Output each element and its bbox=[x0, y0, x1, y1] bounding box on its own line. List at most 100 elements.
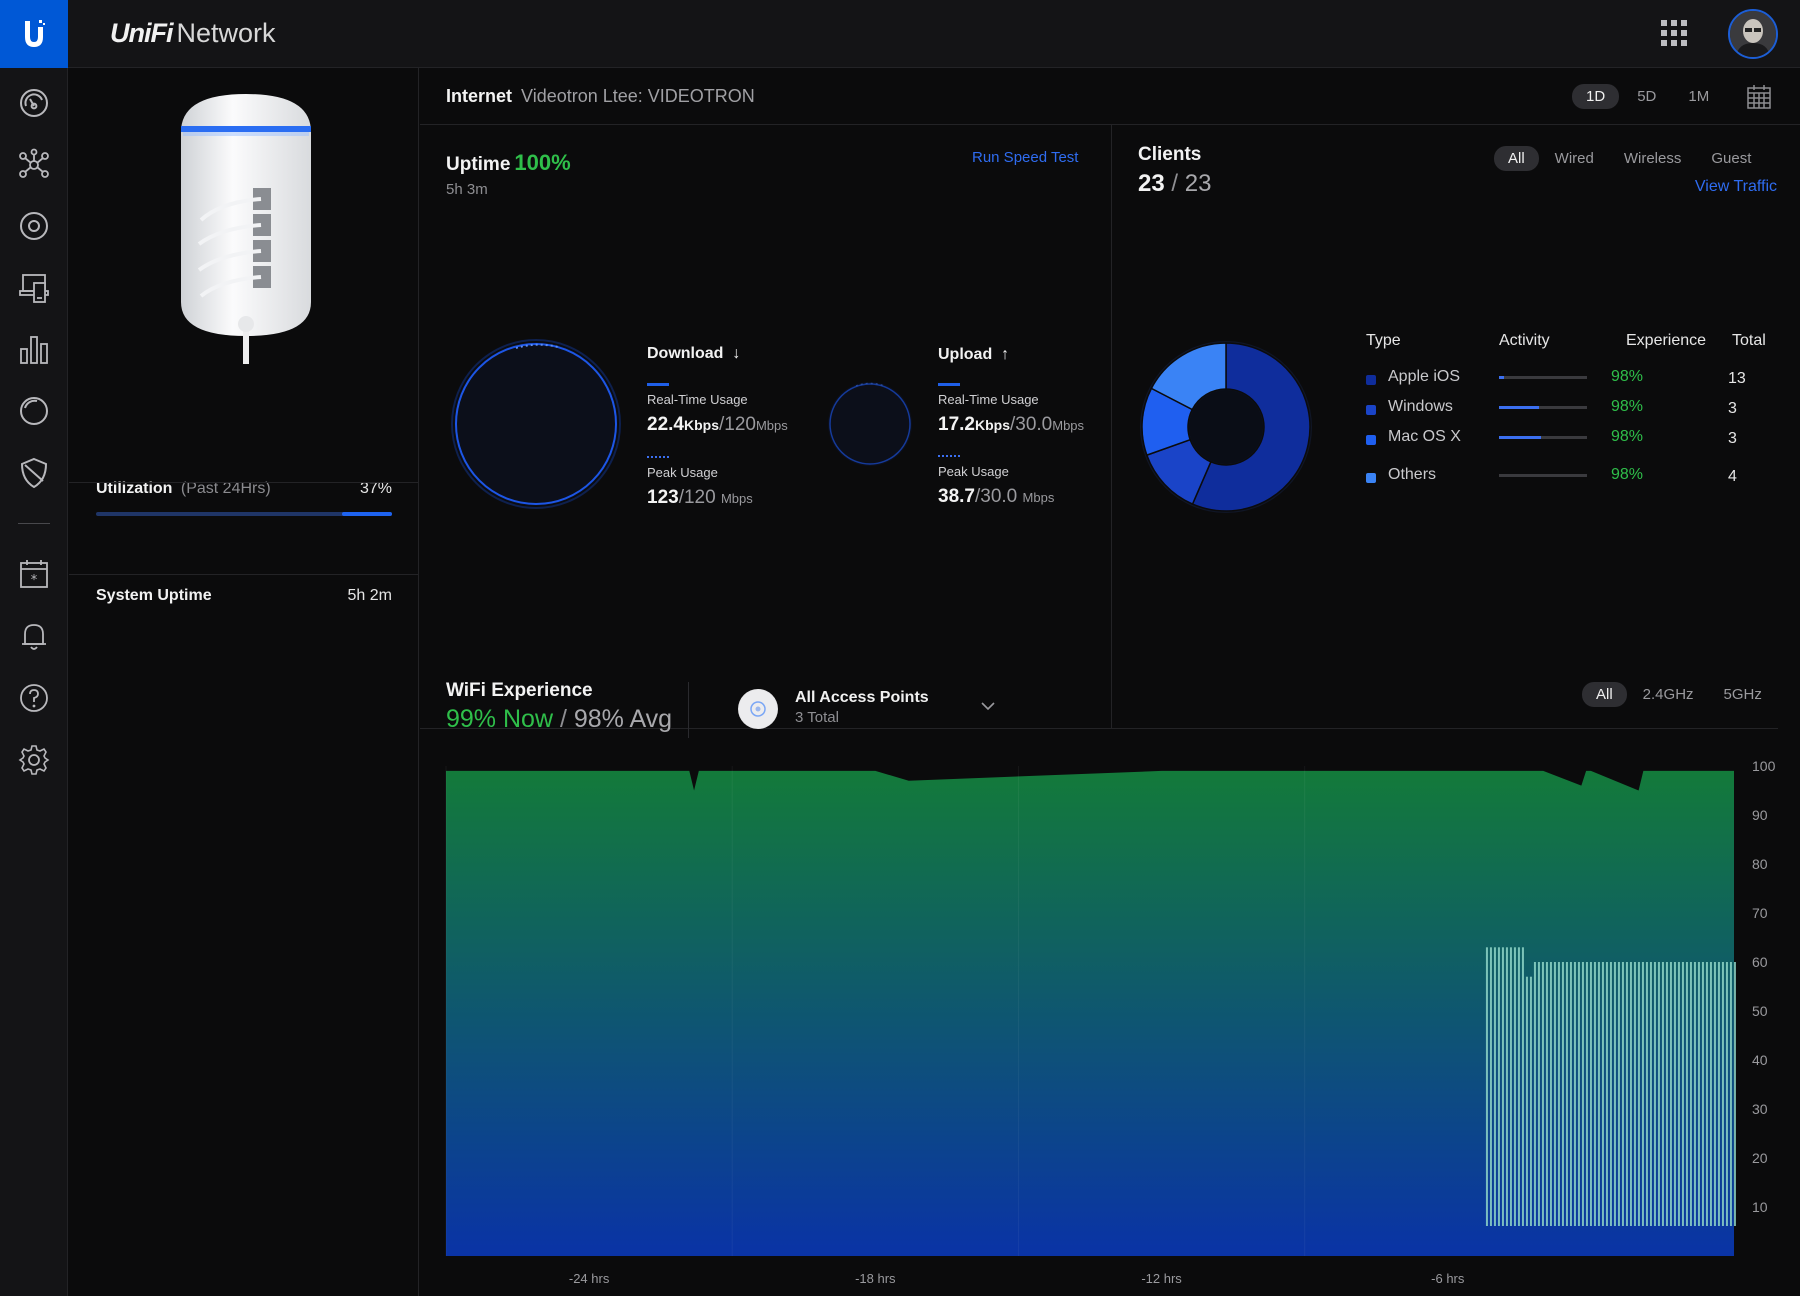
client-type: Apple iOS bbox=[1388, 368, 1461, 385]
legend-swatch bbox=[1366, 435, 1376, 445]
tab-range-1d[interactable]: 1D bbox=[1572, 84, 1620, 109]
wifi-bar bbox=[1625, 962, 1628, 1226]
panel-divider bbox=[69, 574, 419, 575]
devices-icon[interactable] bbox=[17, 209, 51, 243]
experience-value: 98% bbox=[1611, 466, 1644, 483]
wifi-bar bbox=[1489, 947, 1492, 1226]
tab-clients-all[interactable]: All bbox=[1494, 146, 1539, 171]
view-traffic-link[interactable]: View Traffic bbox=[1488, 178, 1777, 196]
tab-clients-guest[interactable]: Guest bbox=[1697, 146, 1765, 171]
legend-swatch bbox=[1366, 473, 1376, 483]
chevron-down-icon[interactable] bbox=[978, 696, 998, 716]
wifi-bar bbox=[1637, 962, 1640, 1226]
dashboard-icon[interactable] bbox=[17, 86, 51, 120]
wifi-bar bbox=[1725, 962, 1728, 1226]
wifi-bar bbox=[1697, 962, 1700, 1226]
wifi-bar bbox=[1545, 962, 1548, 1226]
insights-icon[interactable] bbox=[17, 394, 51, 428]
topology-icon[interactable] bbox=[17, 148, 51, 182]
upload-arrow-icon: ↑ bbox=[1001, 346, 1010, 363]
wifi-bar bbox=[1701, 962, 1704, 1226]
x-tick-label: -6 hrs bbox=[1431, 1271, 1465, 1286]
ubiquiti-logo-icon[interactable] bbox=[0, 0, 68, 68]
download-peak-label: Peak Usage bbox=[647, 465, 718, 480]
isp-name: Videotron Ltee: VIDEOTRON bbox=[521, 86, 755, 106]
upload-heading: Upload ↑ bbox=[938, 346, 1010, 363]
activity-bar-fill bbox=[1499, 406, 1539, 409]
table-row[interactable]: Apple iOS 98% 13 bbox=[1366, 368, 1786, 398]
x-tick-label: -18 hrs bbox=[855, 1271, 896, 1286]
tab-band-all[interactable]: All bbox=[1582, 682, 1627, 707]
legend-swatch bbox=[1366, 405, 1376, 415]
band-filter-tabs: All 2.4GHz 5GHz bbox=[1582, 682, 1776, 707]
clients-icon[interactable] bbox=[17, 271, 51, 305]
access-point-count: 3 Total bbox=[795, 709, 839, 726]
upload-realtime-value: 17.2Kbps/30.0Mbps bbox=[938, 414, 1085, 435]
wifi-bar bbox=[1613, 962, 1616, 1226]
uptime-duration: 5h 3m bbox=[446, 181, 488, 198]
tab-range-1m[interactable]: 1M bbox=[1674, 84, 1723, 109]
wifi-bar bbox=[1649, 962, 1652, 1226]
card-divider bbox=[1111, 125, 1112, 728]
access-point-icon bbox=[738, 689, 778, 729]
tab-band-24ghz[interactable]: 2.4GHz bbox=[1629, 682, 1708, 707]
run-speed-test-link[interactable]: Run Speed Test bbox=[972, 149, 1078, 166]
user-avatar[interactable] bbox=[1728, 9, 1778, 59]
y-tick-label: 100 bbox=[1752, 758, 1776, 774]
wifi-bar bbox=[1621, 962, 1624, 1226]
total-value: 3 bbox=[1728, 400, 1737, 417]
donut-hole bbox=[1189, 390, 1263, 464]
help-icon[interactable] bbox=[17, 681, 51, 715]
wifi-bar bbox=[1537, 962, 1540, 1226]
wifi-bar bbox=[1633, 962, 1636, 1226]
table-row[interactable]: Mac OS X 98% 3 bbox=[1366, 428, 1786, 458]
download-realtime-value: 22.4Kbps/120Mbps bbox=[647, 414, 788, 435]
wifi-bar bbox=[1705, 962, 1708, 1226]
wifi-bar bbox=[1549, 962, 1552, 1226]
activity-bar-fill bbox=[1499, 376, 1505, 379]
tab-clients-wired[interactable]: Wired bbox=[1541, 146, 1608, 171]
tab-clients-wireless[interactable]: Wireless bbox=[1610, 146, 1696, 171]
clients-donut-chart bbox=[1140, 341, 1312, 513]
activity-bar bbox=[1499, 406, 1587, 409]
y-tick-label: 10 bbox=[1752, 1199, 1768, 1215]
client-type: Mac OS X bbox=[1388, 428, 1461, 445]
table-row[interactable]: Windows 98% 3 bbox=[1366, 398, 1786, 428]
wifi-bar bbox=[1589, 962, 1592, 1226]
wifi-bar bbox=[1629, 962, 1632, 1226]
apps-grid-icon[interactable] bbox=[1660, 19, 1688, 47]
wifi-experience-score: 99% Now / 98% Avg bbox=[446, 705, 673, 733]
wifi-bar bbox=[1709, 962, 1712, 1226]
wifi-bar bbox=[1677, 962, 1680, 1226]
alerts-bell-icon[interactable] bbox=[17, 619, 51, 653]
tab-band-5ghz[interactable]: 5GHz bbox=[1710, 682, 1776, 707]
threat-shield-icon[interactable] bbox=[17, 456, 51, 490]
system-uptime-value: 5h 2m bbox=[347, 587, 392, 604]
wifi-bar bbox=[1713, 962, 1716, 1226]
system-uptime-row: System Uptime 5h 2m bbox=[96, 587, 392, 605]
activity-bar bbox=[1499, 474, 1587, 477]
settings-gear-icon[interactable] bbox=[17, 743, 51, 777]
wifi-bar bbox=[1557, 962, 1560, 1226]
download-heading: Download ↓ bbox=[647, 345, 741, 362]
y-tick-label: 30 bbox=[1752, 1101, 1768, 1117]
table-row[interactable]: Others 98% 4 bbox=[1366, 466, 1786, 496]
realtime-marker bbox=[938, 383, 960, 386]
peak-marker bbox=[647, 456, 669, 458]
wifi-bar bbox=[1509, 947, 1512, 1226]
wifi-bar bbox=[1561, 962, 1564, 1226]
main-content: Internet Videotron Ltee: VIDEOTRON 1D 5D 1… bbox=[420, 68, 1800, 1296]
download-peak-value: 123/120 Mbps bbox=[647, 487, 753, 508]
app-title: UniFi Network bbox=[110, 18, 276, 48]
events-calendar-icon[interactable]: * bbox=[17, 557, 51, 591]
statistics-icon[interactable] bbox=[17, 332, 51, 366]
wifi-bar bbox=[1525, 976, 1528, 1226]
panel-divider bbox=[69, 482, 419, 483]
wifi-bar bbox=[1681, 962, 1684, 1226]
wifi-bar bbox=[1597, 962, 1600, 1226]
access-point-selector-title[interactable]: All Access Points bbox=[795, 689, 929, 707]
wifi-bar bbox=[1569, 962, 1572, 1226]
wifi-bar bbox=[1529, 976, 1532, 1226]
calendar-icon[interactable] bbox=[1746, 84, 1772, 110]
tab-range-5d[interactable]: 5D bbox=[1623, 84, 1670, 109]
